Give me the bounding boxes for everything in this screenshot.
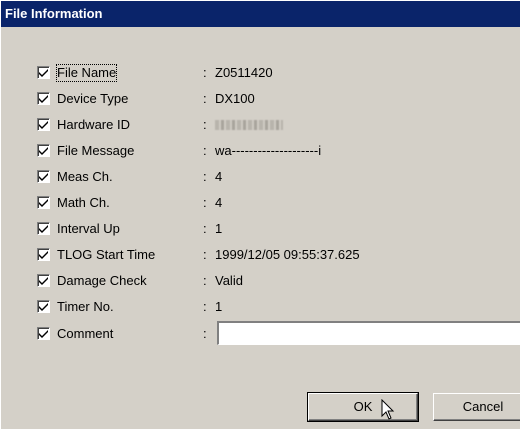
file-message-label[interactable]: File Message — [57, 143, 134, 159]
ok-button[interactable]: OK — [307, 392, 419, 422]
field-row-file-name: File Name : Z0511420 — [37, 63, 520, 83]
interval-up-label[interactable]: Interval Up — [57, 221, 120, 237]
separator: : — [203, 143, 207, 158]
field-row-meas-ch: Meas Ch. : 4 — [37, 167, 520, 187]
check-icon — [39, 225, 48, 233]
title-bar[interactable]: File Information — [1, 1, 520, 27]
field-row-timer-no: Timer No. : 1 — [37, 297, 520, 317]
separator: : — [203, 273, 207, 288]
meas-ch-value: 4 — [215, 169, 223, 184]
field-row-hardware-id: Hardware ID : — [37, 115, 520, 135]
check-icon — [39, 330, 48, 338]
hardware-id-label[interactable]: Hardware ID — [57, 117, 130, 133]
field-row-tlog-start-time: TLOG Start Time : 1999/12/05 09:55:37.62… — [37, 245, 520, 265]
hardware-id-checkbox[interactable] — [37, 118, 50, 131]
check-icon — [39, 173, 48, 181]
check-icon — [39, 303, 48, 311]
field-row-damage-check: Damage Check : Valid — [37, 271, 520, 291]
math-ch-value: 4 — [215, 195, 223, 210]
damage-check-checkbox[interactable] — [37, 274, 50, 287]
separator: : — [203, 117, 207, 132]
tlog-start-time-value: 1999/12/05 09:55:37.625 — [215, 247, 360, 262]
separator: : — [203, 91, 207, 106]
mouse-pointer-icon — [381, 399, 395, 420]
comment-checkbox[interactable] — [37, 327, 50, 340]
interval-up-checkbox[interactable] — [37, 222, 50, 235]
separator: : — [203, 65, 207, 80]
file-name-checkbox[interactable] — [37, 66, 50, 79]
timer-no-label[interactable]: Timer No. — [57, 299, 114, 315]
file-information-dialog: File Information File Name : Z0511420 De… — [0, 0, 520, 429]
math-ch-checkbox[interactable] — [37, 196, 50, 209]
field-row-math-ch: Math Ch. : 4 — [37, 193, 520, 213]
device-type-value: DX100 — [215, 91, 255, 106]
device-type-label[interactable]: Device Type — [57, 91, 128, 107]
math-ch-label[interactable]: Math Ch. — [57, 195, 110, 211]
comment-input[interactable] — [217, 321, 520, 345]
damage-check-value: Valid — [215, 273, 243, 288]
hardware-id-value-redacted — [215, 117, 283, 134]
check-icon — [39, 121, 48, 129]
separator: : — [203, 169, 207, 184]
device-type-checkbox[interactable] — [37, 92, 50, 105]
redacted-value-block — [215, 120, 283, 130]
damage-check-label[interactable]: Damage Check — [57, 273, 147, 289]
cancel-button[interactable]: Cancel — [433, 393, 520, 421]
comment-label[interactable]: Comment — [57, 326, 113, 342]
check-icon — [39, 69, 48, 77]
meas-ch-label[interactable]: Meas Ch. — [57, 169, 113, 185]
timer-no-value: 1 — [215, 299, 223, 314]
window-title: File Information — [5, 6, 103, 21]
separator: : — [203, 247, 207, 262]
separator: : — [203, 326, 207, 341]
check-icon — [39, 199, 48, 207]
file-name-value: Z0511420 — [215, 65, 273, 80]
field-row-comment: Comment : — [37, 321, 520, 347]
file-message-checkbox[interactable] — [37, 144, 50, 157]
file-message-value: wa--------------------i — [215, 143, 322, 158]
field-row-device-type: Device Type : DX100 — [37, 89, 520, 109]
tlog-start-time-label[interactable]: TLOG Start Time — [57, 247, 155, 263]
check-icon — [39, 147, 48, 155]
meas-ch-checkbox[interactable] — [37, 170, 50, 183]
separator: : — [203, 299, 207, 314]
interval-up-value: 1 — [215, 221, 223, 236]
separator: : — [203, 221, 207, 236]
check-icon — [39, 95, 48, 103]
field-row-file-message: File Message : wa--------------------i — [37, 141, 520, 161]
timer-no-checkbox[interactable] — [37, 300, 50, 313]
check-icon — [39, 251, 48, 259]
separator: : — [203, 195, 207, 210]
check-icon — [39, 277, 48, 285]
tlog-start-time-checkbox[interactable] — [37, 248, 50, 261]
field-row-interval-up: Interval Up : 1 — [37, 219, 520, 239]
file-name-label[interactable]: File Name — [55, 64, 118, 82]
